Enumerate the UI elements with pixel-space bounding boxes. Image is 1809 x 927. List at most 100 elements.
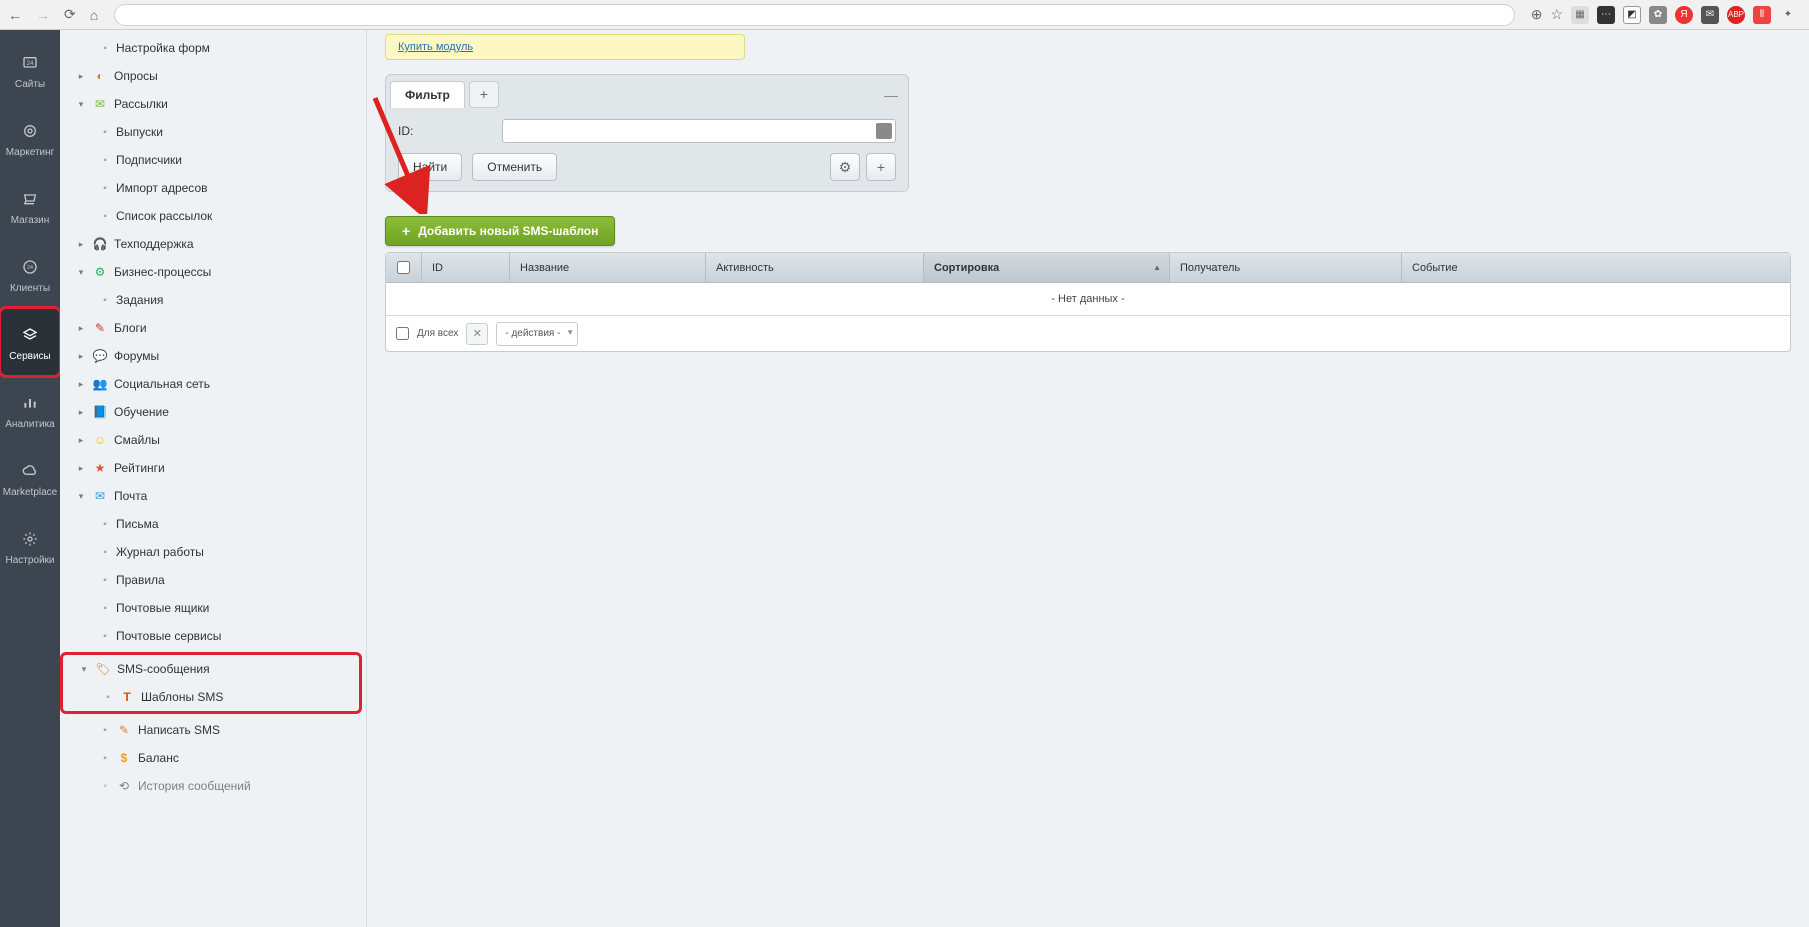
id-input[interactable] [502,119,896,143]
support-icon: 🎧 [92,236,108,252]
target-icon [18,119,42,143]
nav-label: Сервисы [9,351,50,362]
select-all-cell[interactable] [386,253,422,282]
tree-item-write-sms[interactable]: ▪✎Написать SMS [60,716,366,744]
main-nav-sidebar: 24 Сайты Маркетинг Магазин 24 Клиенты Се… [0,30,60,927]
tree-item-social[interactable]: ▸👥Социальная сеть [60,370,366,398]
tree-item[interactable]: ▪Выпуски [60,118,366,146]
address-bar[interactable] [114,4,1515,26]
nav-marketing[interactable]: Маркетинг [0,104,60,172]
nav-services[interactable]: Сервисы [0,308,60,376]
tree-item-sms[interactable]: ▾🏷SMS-сообщения [63,655,359,683]
find-button[interactable]: Найти [398,153,462,181]
nav-sites[interactable]: 24 Сайты [0,36,60,104]
add-sms-template-button[interactable]: + Добавить новый SMS-шаблон [385,216,615,246]
tree-item-support[interactable]: ▸🎧Техподдержка [60,230,366,258]
col-recipient[interactable]: Получатель [1170,253,1402,282]
survey-icon: ◐ [92,68,108,84]
tree-item[interactable]: ▪Почтовые сервисы [60,622,366,650]
nav-analytics[interactable]: Аналитика [0,376,60,444]
tree-item-bp[interactable]: ▾⚙Бизнес-процессы [60,258,366,286]
tree-item-surveys[interactable]: ▸◐Опросы [60,62,366,90]
tree-item-mail[interactable]: ▾✉Почта [60,482,366,510]
tree-item-learning[interactable]: ▸📘Обучение [60,398,366,426]
ext-yandex-icon[interactable]: Я [1675,6,1693,24]
col-activity[interactable]: Активность [706,253,924,282]
forum-icon: 💬 [92,348,108,364]
home-icon[interactable]: ⌂ [90,7,98,23]
select-all-checkbox[interactable] [397,261,410,274]
book-icon: 📘 [92,404,108,420]
smiley-icon: ☺ [92,432,108,448]
ext-abp-icon[interactable]: ABP [1727,6,1745,24]
tree-label: Импорт адресов [116,181,208,195]
for-all-checkbox[interactable] [396,327,409,340]
browser-chrome: ← → ⟳ ⌂ ⊕ ☆ ▦ ⋯ ◩ ✿ Я ✉ ABP ⦀ ✦ [0,0,1809,30]
tree-label: Правила [116,573,165,587]
tree-item[interactable]: ▪Подписчики [60,146,366,174]
tree-label: SMS-сообщения [117,662,210,676]
cancel-button[interactable]: Отменить [472,153,557,181]
filter-add-button[interactable]: + [866,153,896,181]
tree-item[interactable]: ▪Почтовые ящики [60,594,366,622]
plus-icon: + [877,159,885,175]
ext-icon[interactable]: ✿ [1649,6,1667,24]
ext-icon[interactable]: ◩ [1623,6,1641,24]
tag-icon: 🏷 [95,661,111,677]
nav-settings[interactable]: Настройки [0,512,60,580]
tree-item-smileys[interactable]: ▸☺Смайлы [60,426,366,454]
clear-selection-button[interactable]: ✕ [466,323,488,345]
tree-item[interactable]: ▪Настройка форм [60,34,366,62]
tree-item-balance[interactable]: ▪$Баланс [60,744,366,772]
nav-label: Клиенты [10,283,50,294]
tree-item[interactable]: ▪Правила [60,566,366,594]
nav-shop[interactable]: Магазин [0,172,60,240]
input-picker-icon[interactable] [876,123,892,139]
nav-marketplace[interactable]: Marketplace [0,444,60,512]
back-icon[interactable]: ← [8,7,22,23]
tree-item-forums[interactable]: ▸💬Форумы [60,342,366,370]
tree-item[interactable]: ▪Импорт адресов [60,174,366,202]
actions-select[interactable]: - действия - [496,322,578,346]
tree-item[interactable]: ▪Журнал работы [60,538,366,566]
ext-icon[interactable]: ▦ [1571,6,1589,24]
data-grid: ID Название Активность Сортировка▲ Получ… [385,252,1791,352]
tree-label: Подписчики [116,153,182,167]
tree-item[interactable]: ▪Задания [60,286,366,314]
tree-label: Выпуски [116,125,163,139]
for-all-label: Для всех [417,328,458,339]
tree-item-history[interactable]: ▪⟲История сообщений [60,772,366,800]
ext-icon[interactable]: ⋯ [1597,6,1615,24]
zoom-icon[interactable]: ⊕ [1531,6,1543,23]
col-id[interactable]: ID [422,253,510,282]
tree-label: Журнал работы [116,545,204,559]
add-filter-tab-button[interactable]: + [469,81,499,108]
tree-item-blogs[interactable]: ▸✎Блоги [60,314,366,342]
filter-settings-button[interactable]: ⚙ [830,153,860,181]
col-sort[interactable]: Сортировка▲ [924,253,1170,282]
collapse-icon[interactable]: — [884,87,898,103]
svg-text:24: 24 [27,265,33,271]
nav-clients[interactable]: 24 Клиенты [0,240,60,308]
star-icon[interactable]: ☆ [1550,6,1563,23]
tree-item[interactable]: ▪Письма [60,510,366,538]
tree-label: Написать SMS [138,723,220,737]
reload-icon[interactable]: ⟳ [64,6,76,23]
filter-tab[interactable]: Фильтр [390,81,465,108]
buy-module-link[interactable]: Купить модуль [398,41,473,53]
tree-item-mailings[interactable]: ▾✉Рассылки [60,90,366,118]
ext-icon[interactable]: ⦀ [1753,6,1771,24]
ext-puzzle-icon[interactable]: ✦ [1779,6,1797,24]
ext-icon[interactable]: ✉ [1701,6,1719,24]
dollar-icon: $ [116,750,132,766]
svg-text:24: 24 [27,61,34,67]
tree-item-sms-templates[interactable]: ▪TШаблоны SMS [63,683,359,711]
forward-icon[interactable]: → [36,7,50,23]
tree-label: Почтовые ящики [116,601,209,615]
grid-header: ID Название Активность Сортировка▲ Получ… [386,253,1790,283]
col-name[interactable]: Название [510,253,706,282]
tree-item[interactable]: ▪Список рассылок [60,202,366,230]
col-event[interactable]: Событие [1402,253,1790,282]
nav-label: Магазин [11,215,50,226]
tree-item-ratings[interactable]: ▸★Рейтинги [60,454,366,482]
